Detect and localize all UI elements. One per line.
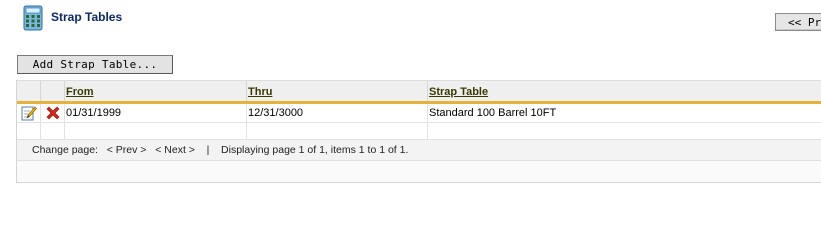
empty-row: [17, 123, 821, 139]
column-header-thru[interactable]: Thru: [246, 81, 427, 102]
cell-thru: 12/31/3000: [248, 107, 304, 119]
pager: Change page: < Prev > < Next > | Display…: [17, 139, 821, 161]
column-header-strap-table[interactable]: Strap Table: [427, 81, 821, 102]
page-title: Strap Tables: [51, 10, 123, 24]
edit-pencil-icon[interactable]: [21, 105, 37, 121]
cell-from: 01/31/1999: [66, 107, 122, 119]
pager-label: Change page:: [32, 144, 98, 156]
strap-tables-grid: From Thru Strap Table 01/31/1999 12/31/3…: [16, 80, 821, 183]
pager-prev-link[interactable]: < Prev >: [107, 144, 147, 156]
calculator-icon: [23, 5, 43, 31]
previous-button[interactable]: << Pr: [775, 13, 821, 31]
cell-strap-table: Standard 100 Barrel 10FT: [429, 107, 557, 119]
pager-next-link[interactable]: < Next >: [155, 144, 195, 156]
table-row: 01/31/1999 12/31/3000 Standard 100 Barre…: [17, 104, 821, 123]
pager-status: Displaying page 1 of 1, items 1 to 1 of …: [221, 144, 409, 156]
pager-separator: |: [206, 144, 210, 156]
grid-footer: [17, 161, 821, 182]
grid-header: From Thru Strap Table: [17, 80, 821, 102]
delete-x-icon[interactable]: [45, 105, 61, 121]
add-strap-table-button[interactable]: Add Strap Table...: [17, 55, 173, 74]
column-header-from[interactable]: From: [64, 81, 246, 102]
